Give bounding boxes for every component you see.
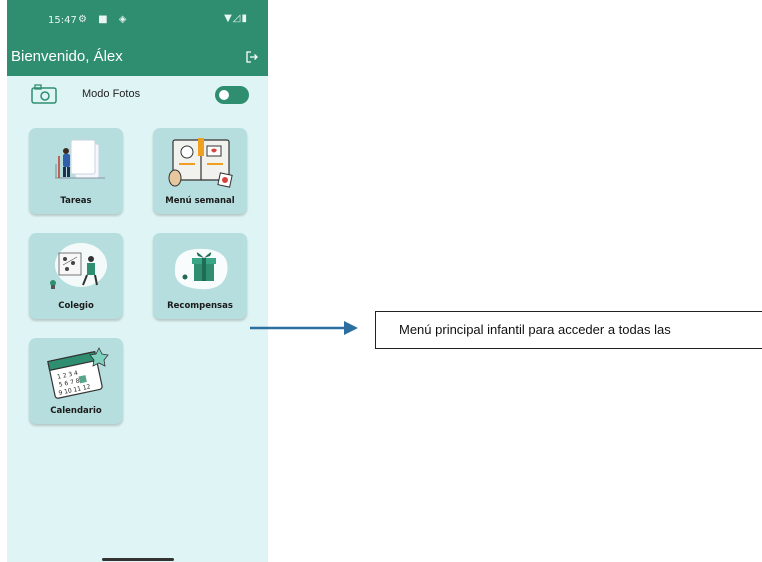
- status-bar: 15:47 ⚙ ■ ◈ ▼◿▮: [7, 0, 268, 39]
- photo-mode-row: Modo Fotos: [7, 76, 268, 114]
- tile-menu-semanal[interactable]: Menú semanal: [153, 128, 247, 214]
- status-time: 15:47: [48, 15, 77, 26]
- tile-calendario[interactable]: 1 2 3 4 5 6 7 8 9 10 11 12 Calendario: [29, 338, 123, 424]
- weekly-menu-illustration-icon: [168, 138, 233, 188]
- tile-label: Menú semanal: [165, 196, 235, 206]
- app-title: Bienvenido, Álex: [11, 48, 123, 65]
- status-system-icons: ▼◿▮: [224, 13, 248, 24]
- camera-icon: [31, 84, 57, 104]
- tile-colegio[interactable]: Colegio: [29, 233, 123, 319]
- app-bar: Bienvenido, Álex: [7, 39, 268, 76]
- school-illustration-icon: [50, 243, 107, 289]
- tile-tareas[interactable]: Tareas: [29, 128, 123, 214]
- logout-icon[interactable]: [245, 50, 259, 64]
- tile-label: Calendario: [50, 406, 102, 416]
- toggle-knob: [219, 90, 229, 100]
- tasks-illustration-icon: [55, 139, 105, 179]
- tile-label: Colegio: [58, 301, 94, 311]
- tile-label: Tareas: [60, 196, 92, 206]
- photo-mode-label: Modo Fotos: [82, 88, 141, 100]
- tile-recompensas[interactable]: Recompensas: [153, 233, 247, 319]
- calendar-illustration-icon: 1 2 3 4 5 6 7 8 9 10 11 12: [47, 347, 109, 399]
- status-notification-icons: ⚙ ■ ◈: [78, 14, 131, 25]
- photo-mode-toggle[interactable]: [215, 86, 249, 104]
- arrow-right-icon: [250, 321, 358, 335]
- tile-label: Recompensas: [167, 301, 233, 311]
- phone-screen: 15:47 ⚙ ■ ◈ ▼◿▮ Bienvenido, Álex Modo Fo…: [7, 0, 268, 562]
- gift-illustration-icon: [174, 248, 228, 290]
- annotation-text: Menú principal infantil para acceder a t…: [399, 322, 671, 337]
- home-indicator[interactable]: [102, 558, 174, 561]
- annotation-box: Menú principal infantil para acceder a t…: [375, 311, 762, 349]
